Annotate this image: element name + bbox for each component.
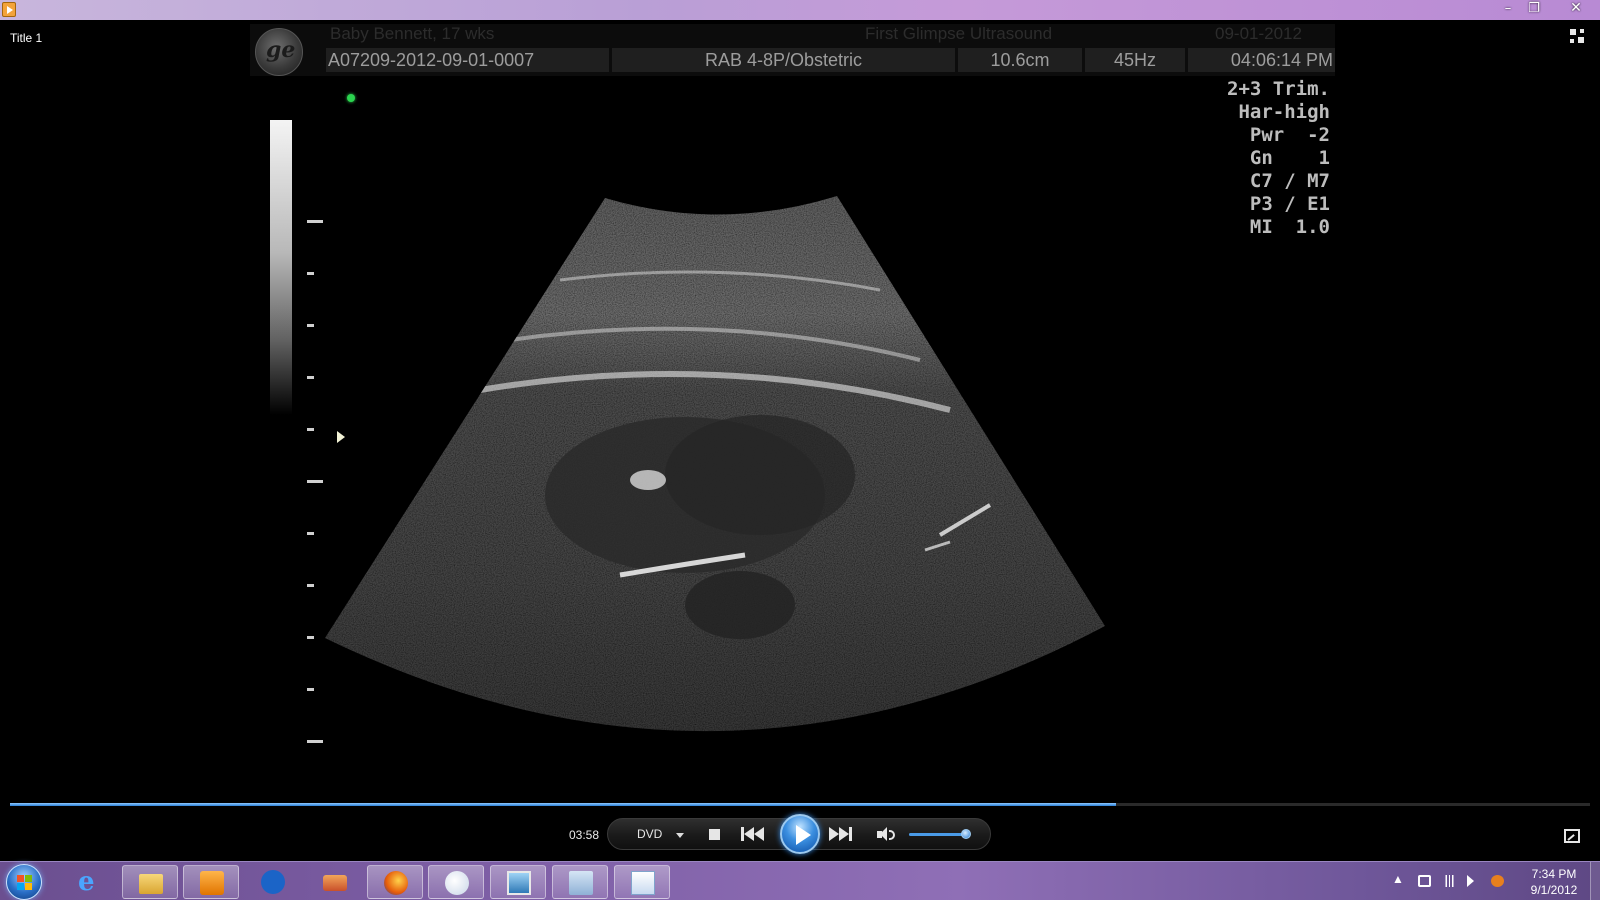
- windows-explorer-icon[interactable]: [122, 865, 178, 899]
- switch-to-library-icon[interactable]: [1570, 29, 1588, 47]
- exam-id: A07209-2012-09-01-0007: [326, 48, 609, 72]
- show-desktop-button[interactable]: [1590, 862, 1600, 900]
- param-line: Pwr -2: [1249, 124, 1330, 146]
- network-icon[interactable]: [1443, 875, 1456, 887]
- play-icon[interactable]: [780, 814, 820, 854]
- video-area[interactable]: Title 1 Baby Bennett, 17 wks First Glimp…: [0, 20, 1600, 795]
- action-center-icon[interactable]: [1418, 875, 1431, 887]
- show-hidden-icons-button[interactable]: ▲: [1392, 872, 1404, 886]
- hp-app-icon[interactable]: [245, 865, 301, 899]
- dvd-title-label: Title 1: [10, 31, 43, 45]
- stop-icon[interactable]: [709, 829, 720, 840]
- system-clock[interactable]: 7:34 PM 9/1/2012: [1521, 866, 1587, 898]
- elapsed-time: 03:58: [569, 828, 600, 842]
- param-line: Gn 1: [1249, 147, 1330, 169]
- chevron-down-icon[interactable]: [676, 833, 684, 838]
- windows-media-player-icon[interactable]: [183, 865, 239, 899]
- media-player-window: – ❐ ✕ Title 1 Baby Bennett, 17 wks First…: [0, 0, 1600, 900]
- photo-app-icon[interactable]: [307, 865, 363, 899]
- playback-controls: 03:58 DVD: [0, 806, 1600, 861]
- param-line: C7 / M7: [1249, 170, 1330, 192]
- param-line: 2+3 Trim.: [1227, 78, 1330, 100]
- ultrasound-image: [325, 196, 1105, 732]
- start-button[interactable]: [6, 864, 42, 900]
- frame-rate-readout: 45Hz: [1085, 48, 1185, 72]
- taskbar: e ▲ 7:34 PM 9/1/2012: [0, 861, 1600, 900]
- exam-time: 04:06:14 PM: [1188, 48, 1335, 72]
- param-line: Har-high: [1238, 101, 1330, 123]
- minimize-button[interactable]: –: [1495, 0, 1521, 18]
- grayscale-bar: [270, 120, 292, 415]
- update-icon[interactable]: [1491, 875, 1504, 887]
- ge-logo-icon: [255, 28, 303, 76]
- wordpad-icon[interactable]: [614, 865, 670, 899]
- volume-slider[interactable]: [909, 829, 971, 839]
- dvd-menu-button[interactable]: DVD: [637, 827, 662, 841]
- patient-name: Baby Bennett, 17 wks: [330, 24, 495, 43]
- depth-readout: 10.6cm: [958, 48, 1082, 72]
- orientation-marker-icon: [347, 94, 355, 102]
- title-bar[interactable]: – ❐ ✕: [0, 0, 1600, 20]
- firefox-icon[interactable]: [367, 865, 423, 899]
- clock-date: 9/1/2012: [1530, 883, 1578, 897]
- fullscreen-icon[interactable]: [1564, 829, 1580, 843]
- param-line: MI 1.0: [1249, 216, 1330, 238]
- internet-explorer-icon[interactable]: e: [62, 865, 118, 899]
- param-line: P3 / E1: [1249, 193, 1330, 215]
- volume-knob[interactable]: [961, 829, 971, 839]
- restore-button[interactable]: ❐: [1521, 0, 1547, 18]
- speaker-icon[interactable]: [1467, 875, 1474, 887]
- clock-time: 7:34 PM: [1531, 867, 1577, 881]
- photo-viewer-icon[interactable]: [490, 865, 546, 899]
- volume-level: [909, 833, 966, 836]
- volume-icon[interactable]: [877, 827, 897, 843]
- probe-preset: RAB 4-8P/Obstetric: [612, 48, 955, 72]
- exam-date: 09-01-2012: [1215, 24, 1302, 43]
- clinic-name: First Glimpse Ultrasound: [865, 24, 1053, 43]
- media-player-icon[interactable]: [2, 2, 16, 17]
- close-button[interactable]: ✕: [1561, 0, 1591, 18]
- next-icon[interactable]: [829, 827, 855, 842]
- calculator-icon[interactable]: [552, 865, 608, 899]
- ultrasound-parameters: 2+3 Trim. Har-high Pwr -2 Gn 1 C7 / M7 P…: [1195, 78, 1330, 239]
- paint-icon[interactable]: [428, 865, 484, 899]
- previous-icon[interactable]: [741, 827, 767, 842]
